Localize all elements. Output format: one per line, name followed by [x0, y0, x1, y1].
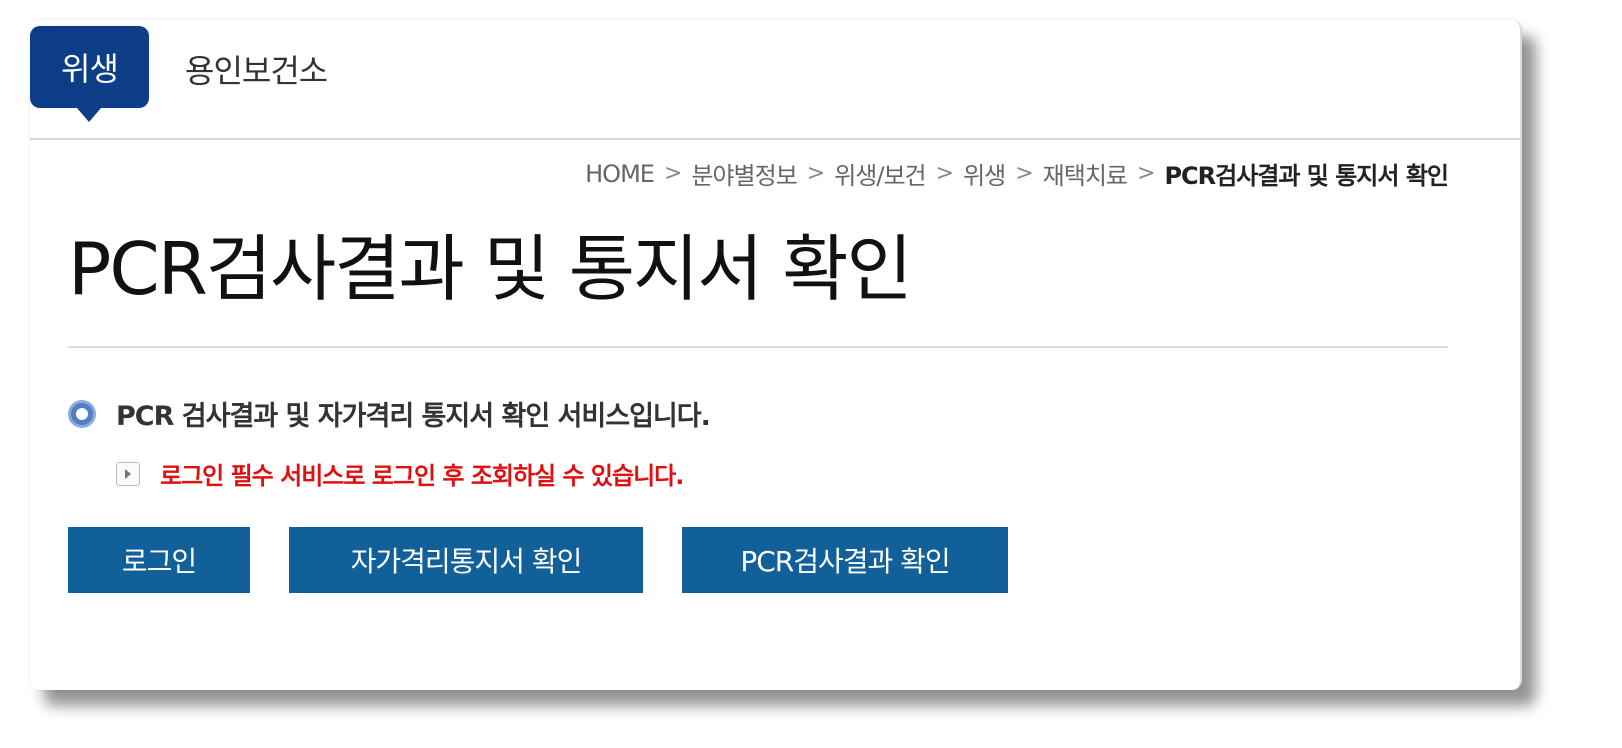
- content-panel: 위생 용인보건소 HOME > 분야별정보 > 위생/보건 > 위생 > 재택치…: [30, 20, 1522, 690]
- category-tab-hygiene[interactable]: 위생: [30, 26, 149, 122]
- login-notice: 로그인 필수 서비스로 로그인 후 조회하실 수 있습니다.: [116, 456, 684, 491]
- login-notice-text: 로그인 필수 서비스로 로그인 후 조회하실 수 있습니다.: [160, 462, 684, 490]
- service-description: PCR 검사결과 및 자가격리 통지서 확인 서비스입니다.: [68, 394, 711, 433]
- arrow-box-icon: [116, 461, 140, 486]
- title-divider: [68, 346, 1448, 348]
- login-button[interactable]: 로그인: [68, 527, 250, 593]
- breadcrumb: HOME > 분야별정보 > 위생/보건 > 위생 > 재택치료 > PCR검사…: [585, 156, 1449, 191]
- breadcrumb-item-home-treatment[interactable]: 재택치료: [1043, 156, 1128, 191]
- chevron-right-icon: >: [935, 161, 954, 186]
- breadcrumb-item-current: PCR검사결과 및 통지서 확인: [1164, 162, 1449, 190]
- page-title: PCR검사결과 및 통지서 확인: [68, 227, 913, 311]
- pcr-result-button[interactable]: PCR검사결과 확인: [682, 527, 1008, 593]
- breadcrumb-item-home[interactable]: HOME: [585, 160, 655, 188]
- top-header: 위생 용인보건소: [30, 20, 1520, 140]
- tab-pointer-icon: [77, 108, 101, 122]
- breadcrumb-item-hygiene[interactable]: 위생: [963, 156, 1006, 191]
- service-description-text: PCR 검사결과 및 자가격리 통지서 확인 서비스입니다.: [116, 401, 711, 432]
- org-name: 용인보건소: [185, 52, 328, 90]
- chevron-right-icon: >: [1137, 161, 1155, 186]
- breadcrumb-item-hygiene-health[interactable]: 위생/보건: [834, 156, 926, 191]
- circle-bullet-icon: [68, 399, 96, 428]
- quarantine-notice-button[interactable]: 자가격리통지서 확인: [289, 527, 643, 593]
- chevron-right-icon: >: [663, 161, 682, 186]
- chevron-right-icon: >: [806, 161, 825, 186]
- chevron-right-icon: >: [1015, 161, 1033, 186]
- category-tab-label: 위생: [61, 50, 119, 88]
- breadcrumb-item-field-info[interactable]: 분야별정보: [691, 156, 797, 191]
